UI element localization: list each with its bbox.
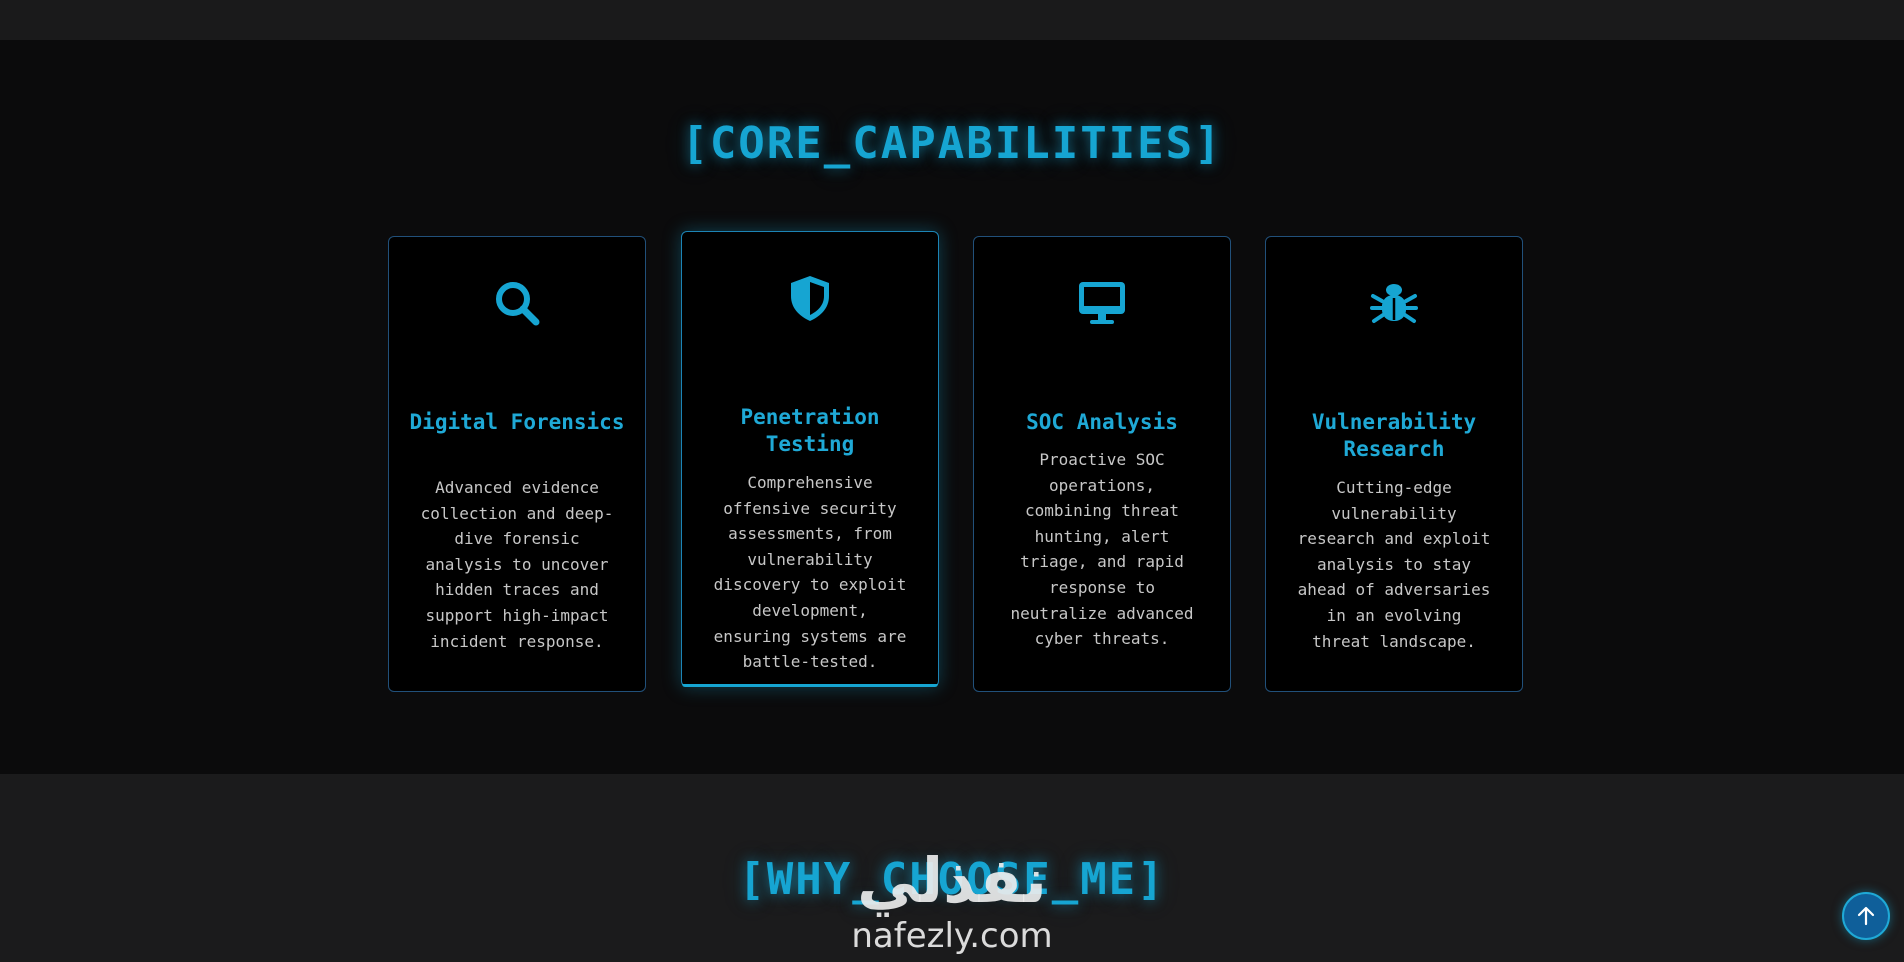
watermark: نفذلي nafezly.com xyxy=(830,846,1074,962)
card-title: SOC Analysis xyxy=(1026,410,1178,434)
arrow-up-icon xyxy=(1857,906,1875,926)
card-description: Advanced evidence collection and deep-di… xyxy=(420,478,614,651)
card-title: Penetration Testing xyxy=(740,405,880,456)
card-description: Proactive SOC operations, combining thre… xyxy=(1010,450,1194,649)
bug-icon xyxy=(1368,277,1420,329)
card-description: Cutting-edge vulnerability research and … xyxy=(1297,478,1491,651)
shield-icon xyxy=(784,272,836,324)
search-icon xyxy=(491,277,543,329)
scroll-to-top-button[interactable] xyxy=(1842,892,1890,940)
section-title: [CORE_CAPABILITIES] xyxy=(681,118,1223,169)
capability-card-vulnerability-research[interactable]: Vulnerability Research Cutting-edge vuln… xyxy=(1265,236,1523,692)
watermark-logo: نفذلي xyxy=(857,844,1049,917)
card-title: Digital Forensics xyxy=(409,410,625,434)
top-band xyxy=(0,0,1904,40)
card-description: Comprehensive offensive security assessm… xyxy=(713,473,907,672)
card-title: Vulnerability Research xyxy=(1311,410,1477,461)
desktop-icon xyxy=(1076,277,1128,329)
capability-card-digital-forensics[interactable]: Digital Forensics Advanced evidence coll… xyxy=(388,236,646,692)
capability-card-penetration-testing[interactable]: Penetration Testing Comprehensive offens… xyxy=(681,231,939,687)
watermark-url: nafezly.com xyxy=(851,916,1053,956)
core-capabilities-section: [CORE_CAPABILITIES] Digital Forensics Ad… xyxy=(0,40,1904,774)
capability-card-soc-analysis[interactable]: SOC Analysis Proactive SOC operations, c… xyxy=(973,236,1231,692)
